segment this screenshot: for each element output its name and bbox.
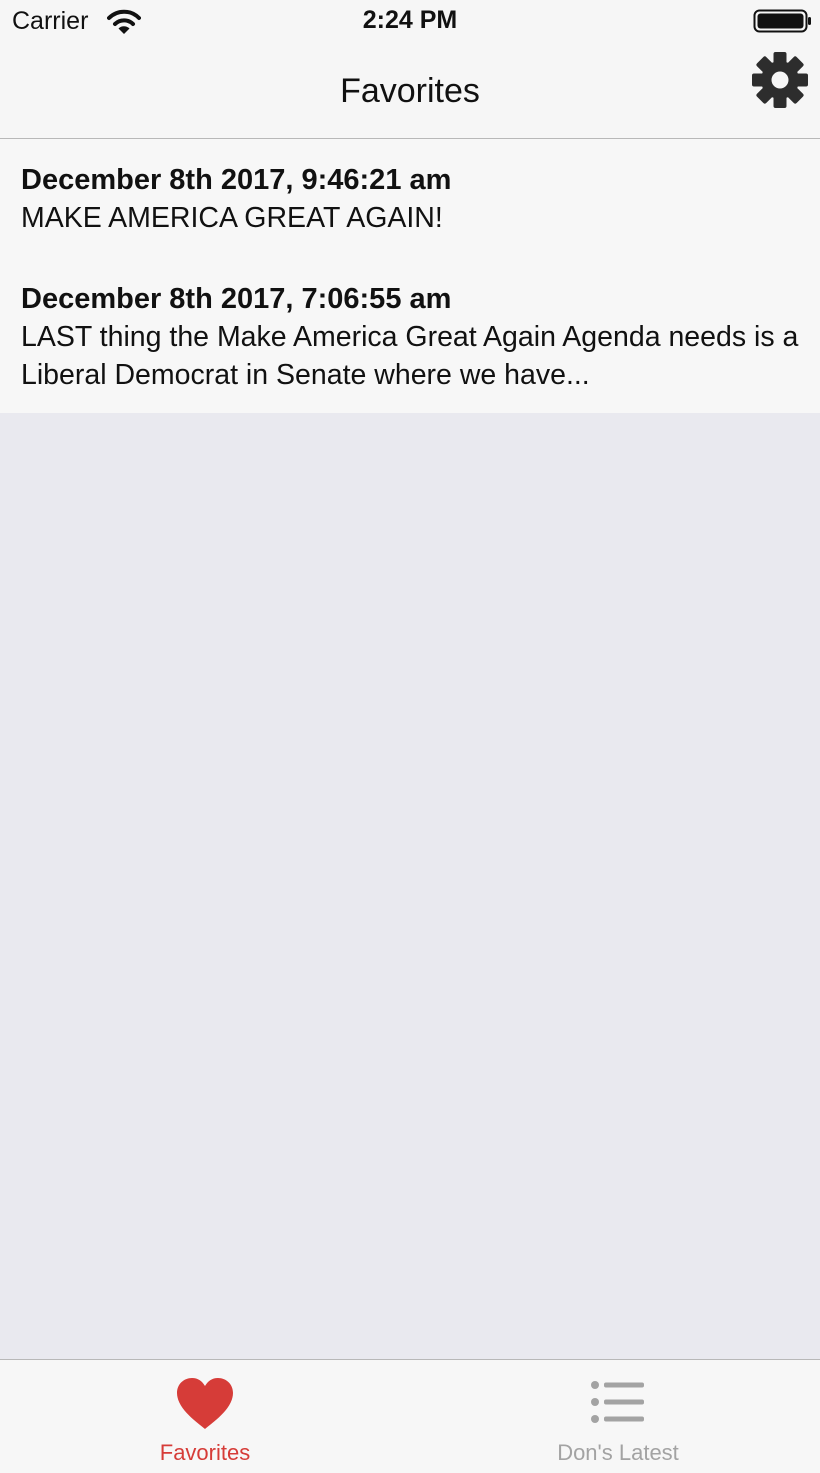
favorite-text: MAKE AMERICA GREAT AGAIN! [21,202,443,234]
tab-dons-latest[interactable]: Don's Latest [518,1360,718,1473]
gear-icon [752,52,808,108]
tab-favorites-label: Favorites [159,1440,251,1465]
favorite-date: December 8th 2017, 9:46:21 am [21,164,452,196]
heart-icon [175,1377,235,1436]
tab-bar: Favorites Don's Latest [0,1359,820,1473]
status-time: 2:24 PM [362,6,458,34]
page-title: Favorites [340,72,480,110]
settings-button[interactable] [750,50,810,110]
list-item[interactable]: December 8th 2017, 7:06:55 am LAST thing… [21,280,811,394]
tab-favorites[interactable]: Favorites [105,1360,305,1473]
favorites-list: December 8th 2017, 9:46:21 am MAKE AMERI… [0,139,820,413]
status-bar: Carrier 2:24 PM [0,0,820,42]
favorite-text: LAST thing the Make America Great Again … [21,321,799,391]
navigation-bar: Favorites [0,42,820,139]
favorite-date: December 8th 2017, 7:06:55 am [21,283,452,315]
list-item[interactable]: December 8th 2017, 9:46:21 am MAKE AMERI… [21,161,811,237]
battery-icon [753,8,813,39]
list-icon [588,1377,648,1432]
tab-dons-latest-label: Don's Latest [557,1440,679,1465]
